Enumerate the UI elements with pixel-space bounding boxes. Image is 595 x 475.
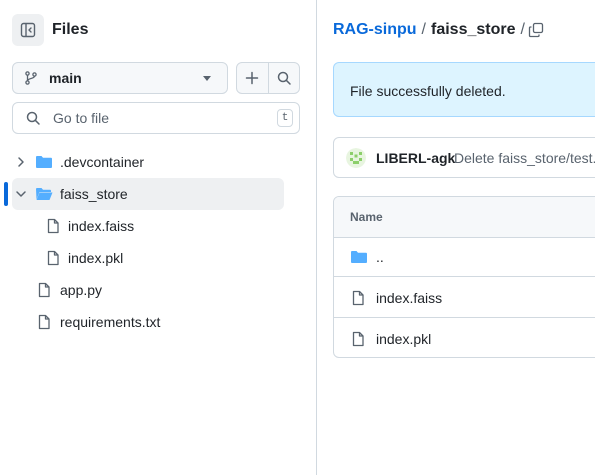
- row-label[interactable]: index.pkl: [376, 331, 431, 347]
- breadcrumb: RAG-sinpu / faiss_store /: [333, 21, 530, 39]
- tree-actions-group: [236, 62, 300, 94]
- table-row[interactable]: index.faiss: [334, 278, 595, 318]
- search-icon: [26, 111, 40, 125]
- latest-commit-bar: LIBERL-agk Delete faiss_store/test.txt: [333, 137, 595, 178]
- directory-listing: Name .. index.faiss index.pkl: [333, 196, 595, 358]
- breadcrumb-separator: /: [421, 21, 426, 38]
- table-row-parent[interactable]: ..: [334, 237, 595, 277]
- column-header-name: Name: [350, 210, 383, 224]
- go-to-file-search: t: [12, 102, 300, 134]
- folder-icon: [36, 156, 52, 168]
- table-row[interactable]: index.pkl: [334, 319, 595, 357]
- plus-icon: [246, 71, 259, 85]
- shortcut-hint: t: [277, 109, 293, 127]
- sidebar-collapse-icon: [20, 22, 36, 38]
- file-icon: [47, 250, 59, 266]
- flash-text: File successfully deleted.: [350, 83, 506, 99]
- file-icon: [352, 331, 364, 347]
- sidebar-toggle-button[interactable]: [12, 14, 44, 46]
- table-header: Name: [334, 197, 595, 238]
- tree-item-index-faiss[interactable]: index.faiss: [36, 210, 284, 242]
- tree-item-requirements-txt[interactable]: requirements.txt: [12, 306, 284, 338]
- folder-icon: [351, 251, 367, 263]
- git-branch-icon: [25, 71, 37, 85]
- tree-item-label: faiss_store: [60, 186, 128, 202]
- file-icon: [38, 314, 50, 330]
- chevron-right-icon: [18, 157, 24, 167]
- file-icon: [47, 218, 59, 234]
- copy-icon: [528, 22, 544, 38]
- row-label[interactable]: ..: [376, 249, 384, 265]
- folder-open-icon: [36, 188, 53, 200]
- selected-indicator: [4, 182, 8, 206]
- tree-item-label: index.faiss: [68, 218, 135, 234]
- row-label[interactable]: index.faiss: [376, 290, 442, 306]
- search-tree-button[interactable]: [267, 63, 300, 93]
- search-icon: [277, 71, 291, 85]
- branch-name: main: [49, 70, 82, 86]
- go-to-file-input[interactable]: [51, 109, 255, 127]
- tree-item-devcontainer[interactable]: .devcontainer: [12, 146, 284, 178]
- copy-path-button[interactable]: [522, 16, 550, 44]
- tree-item-index-pkl[interactable]: index.pkl: [36, 242, 284, 274]
- tree-item-label: .devcontainer: [60, 154, 145, 170]
- file-icon: [352, 290, 364, 306]
- tree-item-label: requirements.txt: [60, 314, 161, 330]
- file-icon: [38, 282, 50, 298]
- tree-item-faiss-store[interactable]: faiss_store: [12, 178, 284, 210]
- add-file-button[interactable]: [237, 63, 268, 93]
- branch-selector-button[interactable]: main: [12, 62, 228, 94]
- tree-item-label: app.py: [60, 282, 103, 298]
- file-tree-sidebar: Files main Go to file t .devcontainer fa…: [0, 0, 317, 475]
- files-title: Files: [52, 21, 89, 38]
- tree-item-app-py[interactable]: app.py: [12, 274, 284, 306]
- flash-message: File successfully deleted.: [333, 62, 595, 117]
- breadcrumb-repo-link[interactable]: RAG-sinpu: [333, 21, 417, 39]
- tree-item-label: index.pkl: [68, 250, 124, 266]
- caret-down-icon: [203, 76, 211, 81]
- commit-author[interactable]: LIBERL-agk: [376, 150, 455, 166]
- breadcrumb-current-folder: faiss_store: [431, 21, 516, 38]
- commit-message[interactable]: Delete faiss_store/test.txt: [454, 150, 595, 166]
- chevron-down-icon: [16, 191, 26, 197]
- avatar[interactable]: [346, 148, 366, 168]
